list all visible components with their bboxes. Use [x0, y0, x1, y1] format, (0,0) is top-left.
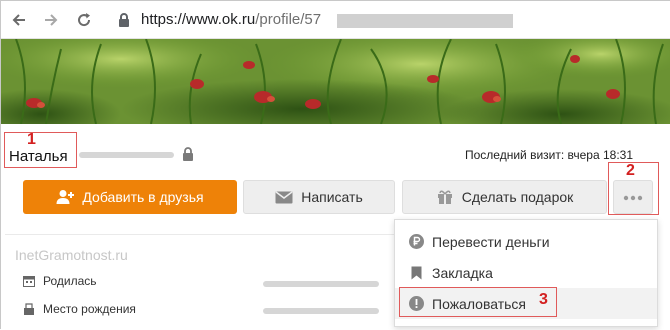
address-bar[interactable]: https://www.ok.ru/profile/57 — [107, 7, 667, 34]
info-row-birthplace: Место рождения — [23, 302, 136, 316]
birthplace-label: Место рождения — [43, 302, 136, 316]
menu-item-transfer-money[interactable]: Перевести деньги — [395, 226, 657, 257]
redacted-birthplace — [263, 308, 379, 314]
message-button[interactable]: Написать — [243, 180, 395, 214]
born-label: Родилась — [43, 274, 97, 288]
add-user-icon — [56, 188, 75, 206]
ruble-icon — [409, 234, 424, 249]
annotation-marker-2: 2 — [626, 162, 635, 179]
envelope-icon — [275, 188, 293, 206]
add-friend-label: Добавить в друзья — [82, 189, 204, 205]
forward-arrow-icon[interactable] — [41, 10, 61, 30]
message-label: Написать — [301, 189, 363, 205]
browser-toolbar: https://www.ok.ru/profile/57 — [1, 1, 670, 39]
more-dots-icon — [623, 188, 643, 206]
redacted-born — [263, 281, 379, 287]
url-text: https://www.ok.ru/profile/57 — [141, 11, 321, 28]
last-visit: Последний визит: вчера 18:31 — [465, 148, 633, 162]
url-domain: https://www.ok.ru — [141, 11, 256, 28]
location-icon — [23, 303, 35, 315]
cover-photo — [1, 39, 670, 124]
back-arrow-icon[interactable] — [9, 10, 29, 30]
lock-icon — [117, 13, 131, 28]
more-button[interactable] — [613, 180, 653, 214]
url-path: /profile/57 — [255, 11, 322, 28]
reload-icon[interactable] — [74, 10, 94, 30]
menu-item-bookmark[interactable]: Закладка — [395, 257, 657, 288]
profile-name[interactable]: Наталья — [9, 148, 68, 165]
gift-button[interactable]: Сделать подарок — [402, 180, 607, 214]
lock-icon — [182, 147, 194, 161]
menu-item-label: Перевести деньги — [432, 233, 550, 250]
gift-label: Сделать подарок — [461, 189, 574, 205]
url-redaction — [337, 14, 513, 28]
watermark: InetGramotnost.ru — [15, 247, 128, 263]
redacted-surname — [79, 152, 174, 158]
gift-icon — [436, 188, 454, 206]
menu-item-label: Закладка — [432, 264, 493, 281]
bookmark-icon — [409, 265, 424, 280]
annotation-marker-3: 3 — [539, 291, 548, 308]
calendar-icon — [23, 275, 35, 287]
add-friend-button[interactable]: Добавить в друзья — [23, 180, 237, 214]
annotation-frame-report — [399, 287, 557, 317]
info-row-born: Родилась — [23, 274, 97, 288]
section-divider — [5, 234, 397, 235]
